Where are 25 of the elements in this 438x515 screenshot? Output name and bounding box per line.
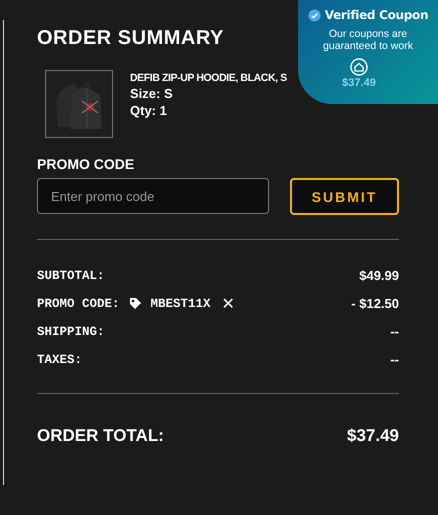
summary-amount: --	[390, 352, 399, 367]
summary-label: TAXES:	[37, 352, 82, 366]
summary-amount: --	[390, 324, 399, 339]
summary-label: PROMO CODE:	[37, 296, 120, 310]
product-quantity: Qty: 1	[130, 103, 168, 118]
summary-label: SUBTOTAL:	[37, 268, 105, 282]
badge-text: Our coupons are guaranteed to work	[322, 28, 414, 52]
summary-amount: - $12.50	[351, 296, 399, 311]
order-total-label: ORDER TOTAL:	[37, 426, 164, 446]
tag-icon	[128, 297, 142, 310]
house-icon	[350, 58, 368, 76]
remove-promo-button[interactable]: ✕	[220, 294, 237, 312]
promo-code-value: MBEST11X	[150, 296, 211, 310]
order-summary-title: ORDER SUMMARY	[37, 26, 224, 50]
product-price: $37.49	[342, 77, 376, 89]
order-total-amount: $37.49	[347, 426, 399, 446]
summary-amount: $49.99	[359, 268, 399, 283]
promo-code-label: PROMO CODE	[37, 156, 136, 172]
badge-title: Verified Coupon	[324, 8, 428, 22]
summary-label: SHIPPING:	[37, 324, 105, 338]
check-icon	[308, 8, 321, 22]
product-name: DEFIB ZIP-UP HOODIE, BLACK, S	[130, 72, 287, 84]
submit-button[interactable]: SUBMIT	[290, 178, 399, 215]
promo-code-field[interactable]: Enter promo code	[37, 178, 269, 214]
product-size: Size: S	[130, 86, 174, 101]
